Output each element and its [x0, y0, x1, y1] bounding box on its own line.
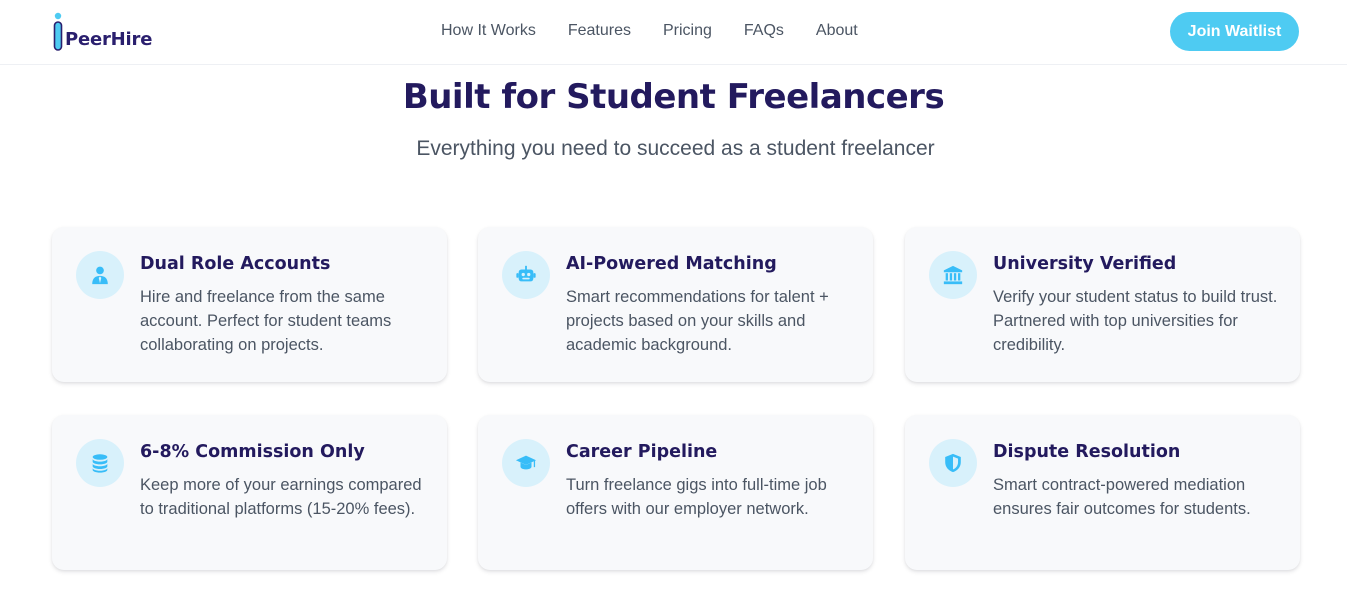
user-tie-icon: [76, 251, 124, 299]
feature-description: Smart recommendations for talent + proje…: [566, 288, 829, 354]
feature-card-ai-matching: AI-Powered Matching Smart recommendation…: [478, 227, 873, 382]
feature-description: Smart contract-powered mediation ensures…: [993, 476, 1251, 518]
feature-description: Verify your student status to build trus…: [993, 288, 1278, 354]
nav-about[interactable]: About: [816, 20, 858, 42]
feature-card-dispute-resolution: Dispute Resolution Smart contract-powere…: [905, 415, 1300, 570]
logo[interactable]: PeerHire: [52, 12, 152, 52]
site-header: PeerHire How It Works Features Pricing F…: [0, 0, 1347, 65]
feature-title: Dispute Resolution: [993, 442, 1181, 462]
feature-title: Career Pipeline: [566, 442, 718, 462]
section-title: Built for Student Freelancers: [402, 77, 945, 117]
feature-card-commission: 6-8% Commission Only Keep more of your e…: [52, 415, 447, 570]
feature-description: Hire and freelance from the same account…: [140, 288, 392, 354]
feature-description: Keep more of your earnings compared to t…: [140, 476, 422, 518]
feature-description: Turn freelance gigs into full-time job o…: [566, 476, 827, 518]
feature-title: Dual Role Accounts: [140, 254, 331, 274]
shield-icon: [929, 439, 977, 487]
nav-features[interactable]: Features: [568, 20, 631, 42]
feature-title: University Verified: [993, 254, 1177, 274]
feature-card-career-pipeline: Career Pipeline Turn freelance gigs into…: [478, 415, 873, 570]
logo-text: PeerHire: [65, 29, 153, 50]
nav-how-it-works[interactable]: How It Works: [441, 20, 536, 42]
section-subtitle: Everything you need to succeed as a stud…: [416, 137, 935, 160]
join-waitlist-button[interactable]: Join Waitlist: [1170, 12, 1299, 51]
nav-pricing[interactable]: Pricing: [663, 20, 712, 42]
feature-card-university-verified: University Verified Verify your student …: [905, 227, 1300, 382]
coins-icon: [76, 439, 124, 487]
logo-icon: [52, 12, 64, 52]
main-nav: How It Works Features Pricing FAQs About: [441, 20, 858, 42]
university-icon: [929, 251, 977, 299]
feature-title: AI-Powered Matching: [566, 254, 777, 274]
feature-title: 6-8% Commission Only: [140, 442, 365, 462]
feature-card-dual-role: Dual Role Accounts Hire and freelance fr…: [52, 227, 447, 382]
nav-faqs[interactable]: FAQs: [744, 20, 784, 42]
robot-icon: [502, 251, 550, 299]
graduation-cap-icon: [502, 439, 550, 487]
